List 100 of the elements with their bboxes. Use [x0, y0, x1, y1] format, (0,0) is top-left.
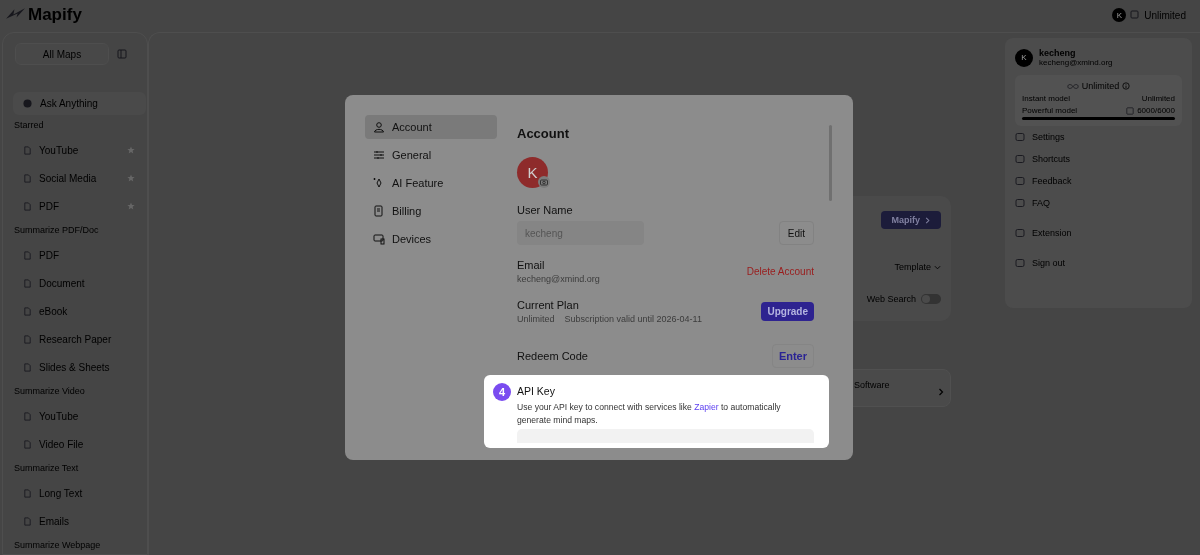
menu-item[interactable]: Feedback	[1015, 170, 1182, 192]
tab-icon	[373, 121, 385, 133]
section-label: Summarize Video	[14, 385, 86, 398]
item-label: Emails	[39, 515, 70, 527]
item-label: Slides & Sheets	[39, 361, 111, 373]
mapify-button[interactable]: Mapify	[881, 211, 941, 229]
plan-validity: Subscription valid until 2026-04-11	[564, 314, 702, 324]
quota-plan: Unlimited	[1081, 81, 1120, 91]
tab-icon	[373, 149, 385, 161]
logo-text: Mapify	[28, 5, 82, 25]
sidebar-item[interactable]: YouTube	[11, 136, 143, 164]
document-icon	[23, 488, 32, 498]
quota-label: Instant model	[1022, 94, 1071, 103]
sidebar-item[interactable]: Research Paper	[11, 325, 143, 353]
caret-icon	[934, 263, 941, 271]
field-label: Current Plan	[517, 299, 580, 311]
email-value: kecheng@xmind.org	[517, 274, 600, 284]
ask-label: Ask Anything	[40, 98, 98, 109]
dialog-title: Account	[517, 126, 570, 141]
sidebar-item[interactable]: Long Text	[11, 479, 143, 507]
section-label: Summarize Text	[14, 462, 80, 475]
user-avatar: K	[1015, 48, 1033, 67]
item-label: Social Media	[39, 172, 98, 184]
document-icon	[23, 334, 32, 344]
api-key-description: Use your API key to connect with services like Zapier to automatically generate mind maps.	[517, 401, 782, 426]
menu-item[interactable]: Sign out	[1015, 252, 1182, 274]
web-search-label: Web Search	[866, 294, 916, 304]
document-icon	[23, 145, 32, 155]
chevron-icon	[938, 388, 944, 396]
star-icon[interactable]	[127, 202, 135, 210]
quota-value: Unlimited	[1141, 94, 1175, 103]
collapse-sidebar-icon[interactable]	[117, 49, 127, 59]
template-dropdown[interactable]: Template	[894, 262, 941, 272]
all-maps-button[interactable]: All Maps	[15, 43, 109, 65]
document-icon	[23, 306, 32, 316]
enter-button[interactable]: Enter	[771, 344, 814, 368]
sidebar-item[interactable]: Document	[11, 269, 143, 297]
tab-icon	[373, 205, 385, 217]
tab-icon	[373, 233, 385, 245]
info-icon	[1122, 82, 1131, 90]
menu-item[interactable]: Extension	[1015, 222, 1182, 244]
camera-icon[interactable]	[538, 176, 550, 188]
user-email: kecheng@xmind.org	[1039, 58, 1113, 67]
section-label: Summarize Webpage	[14, 539, 102, 552]
document-icon	[23, 411, 32, 421]
sidebar-item[interactable]: YouTube	[11, 402, 143, 430]
ask-anything-item[interactable]: Ask Anything	[13, 92, 146, 115]
chevron-icon	[924, 216, 931, 224]
section-label: Summarize PDF/Doc	[14, 224, 100, 237]
quota-value: 6000/6000	[1137, 106, 1175, 115]
menu-item[interactable]: FAQ	[1015, 192, 1182, 214]
field-label: Email	[517, 259, 546, 271]
delete-account-link[interactable]: Delete Account	[746, 266, 814, 277]
document-icon	[23, 516, 32, 526]
document-icon	[23, 439, 32, 449]
sidebar-item[interactable]: PDF	[11, 241, 143, 269]
document-icon	[23, 250, 32, 260]
sidebar-item[interactable]: Slides & Sheets	[11, 353, 143, 381]
user-name: kecheng	[1039, 48, 1077, 58]
avatar[interactable]: K	[1112, 8, 1127, 22]
field-label: Redeem Code	[517, 350, 588, 362]
menu-item[interactable]: Settings	[1015, 126, 1182, 148]
zapier-link[interactable]: Zapier	[694, 402, 719, 412]
item-label: YouTube	[39, 410, 80, 422]
item-label: Long Text	[39, 487, 84, 499]
settings-tab[interactable]: Devices	[365, 227, 497, 251]
settings-tab[interactable]: AI Feature	[365, 171, 497, 195]
upgrade-button[interactable]: Upgrade	[761, 302, 814, 321]
document-icon	[23, 173, 32, 183]
infinity-icon	[1066, 82, 1079, 90]
web-search-toggle[interactable]	[921, 294, 941, 304]
item-label: Video File	[39, 438, 85, 450]
card-label: Software	[854, 380, 890, 390]
plan-name: Unlimited	[517, 314, 555, 324]
edit-button[interactable]: Edit	[778, 221, 814, 245]
item-label: Research Paper	[39, 333, 113, 345]
settings-tab[interactable]: General	[365, 143, 497, 167]
item-label: eBook	[39, 305, 69, 317]
field-label: User Name	[517, 204, 574, 216]
step-badge: 4	[493, 383, 511, 401]
section-label: Starred	[14, 119, 45, 132]
document-icon	[23, 362, 32, 372]
sidebar-item[interactable]: PDF	[11, 192, 143, 220]
star-icon[interactable]	[127, 174, 135, 182]
document-icon	[23, 278, 32, 288]
sidebar-item[interactable]: Video File	[11, 430, 143, 458]
document-icon	[23, 201, 32, 211]
sidebar-item[interactable]: Emails	[11, 507, 143, 535]
item-label: PDF	[39, 249, 60, 261]
plan-label[interactable]: Unlimited	[1144, 9, 1186, 21]
sidebar-item[interactable]: Social Media	[11, 164, 143, 192]
settings-tab[interactable]: Account	[365, 115, 497, 139]
quota-label: Powerful model	[1022, 106, 1078, 115]
settings-tab[interactable]: Billing	[365, 199, 497, 223]
item-label: Document	[39, 277, 86, 289]
sidebar-item[interactable]: eBook	[11, 297, 143, 325]
menu-item[interactable]: Shortcuts	[1015, 148, 1182, 170]
star-icon[interactable]	[127, 146, 135, 154]
api-key-title: API Key	[517, 385, 556, 397]
item-label: YouTube	[39, 144, 80, 156]
